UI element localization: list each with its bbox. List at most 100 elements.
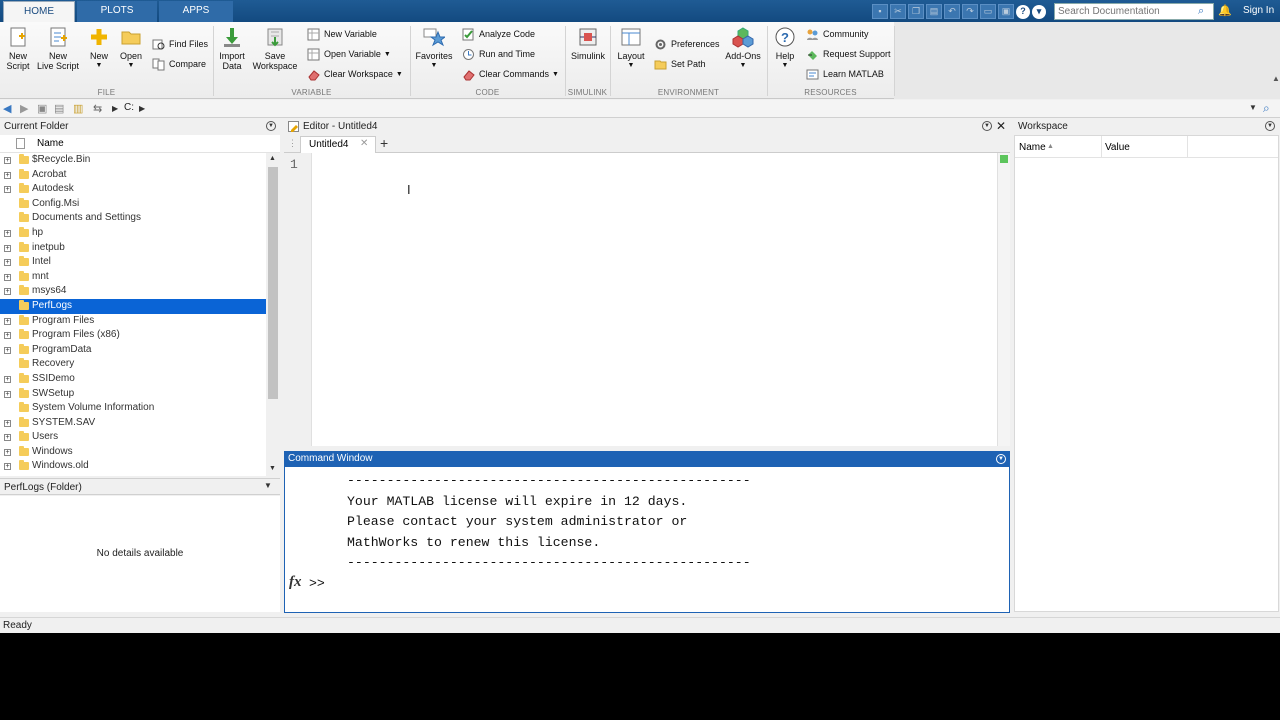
search-input[interactable] <box>1058 6 1198 17</box>
editor-text-area[interactable] <box>285 153 1010 446</box>
folder-item[interactable]: + Users <box>0 430 266 445</box>
copy-icon[interactable]: ❐ <box>908 4 924 19</box>
close-icon[interactable]: ✕ <box>360 138 368 149</box>
compare-button[interactable]: Compare <box>152 56 206 72</box>
favorites-button[interactable]: Favorites ▼ <box>415 26 453 71</box>
code-status-indicator[interactable] <box>1000 155 1008 163</box>
import-data-button[interactable]: Import Data <box>218 26 246 71</box>
learn-matlab-button[interactable]: Learn MATLAB <box>806 66 884 82</box>
expand-icon[interactable]: + <box>4 375 11 383</box>
collapse-toolstrip-icon[interactable]: ▲ <box>1272 74 1280 83</box>
chevron-right-icon[interactable]: ▶ <box>139 104 145 113</box>
expand-icon[interactable]: + <box>4 390 11 398</box>
switch-windows-icon[interactable]: ▭ <box>980 4 996 19</box>
expand-icon[interactable]: + <box>4 259 11 267</box>
folder-icon[interactable]: ▥ <box>73 102 83 115</box>
expand-icon[interactable]: + <box>4 434 11 442</box>
folder-item[interactable]: + SSIDemo <box>0 372 266 387</box>
expand-icon[interactable]: + <box>4 463 11 471</box>
scrollbar-thumb[interactable] <box>268 167 278 399</box>
expand-icon[interactable]: + <box>4 229 11 237</box>
expand-icon[interactable]: + <box>4 419 11 427</box>
cut-icon[interactable]: ✂ <box>890 4 906 19</box>
folder-item[interactable]: + SYSTEM.SAV <box>0 416 266 431</box>
folder-item[interactable]: PerfLogs <box>0 298 266 314</box>
clear-commands-button[interactable]: Clear Commands ▼ <box>462 66 559 82</box>
expand-icon[interactable]: + <box>4 346 11 354</box>
folder-item[interactable]: + Program Files <box>0 314 266 329</box>
new-variable-button[interactable]: New Variable <box>307 26 377 42</box>
search-icon[interactable]: ⌕ <box>1198 5 1204 18</box>
add-ons-button[interactable]: Add-Ons ▼ <box>724 26 762 71</box>
chevron-right-icon[interactable]: ▶ <box>112 104 118 113</box>
expand-icon[interactable]: + <box>4 157 11 164</box>
folder-item[interactable]: + Autodesk <box>0 182 266 197</box>
command-window[interactable]: ----------------------------------------… <box>284 467 1010 613</box>
panel-menu-icon[interactable]: ▼ <box>996 454 1006 464</box>
close-icon[interactable]: ✕ <box>996 119 1006 133</box>
back-arrow-icon[interactable]: ◀ <box>3 102 11 115</box>
tab-untitled4[interactable]: Untitled4 ✕ <box>300 136 376 153</box>
sign-in-link[interactable]: Sign In <box>1243 5 1274 16</box>
expand-icon[interactable]: + <box>4 186 11 194</box>
expand-icon[interactable]: + <box>4 273 11 281</box>
expand-icon[interactable]: + <box>4 171 11 179</box>
scroll-up-icon[interactable]: ▲ <box>269 155 276 162</box>
community-button[interactable]: Community <box>806 26 869 42</box>
folder-item[interactable]: + hp <box>0 226 266 241</box>
new-live-script-button[interactable]: New Live Script <box>36 26 80 71</box>
dropdown-icon[interactable]: ▾ <box>1032 5 1046 19</box>
folder-item[interactable]: System Volume Information <box>0 401 266 416</box>
expand-icon[interactable]: + <box>4 448 11 456</box>
add-tab-icon[interactable]: + <box>380 135 388 151</box>
folder-item[interactable]: Documents and Settings <box>0 211 266 226</box>
search-icon[interactable]: ⌕ <box>1263 101 1270 116</box>
folder-item[interactable]: + mnt <box>0 270 266 285</box>
folder-item[interactable]: + SWSetup <box>0 387 266 402</box>
folder-item[interactable]: + Intel <box>0 255 266 270</box>
open-button[interactable]: Open ▼ <box>118 26 144 71</box>
expand-icon[interactable]: + <box>4 288 11 296</box>
find-files-button[interactable]: Find Files <box>152 36 208 52</box>
new-button[interactable]: New ▼ <box>86 26 112 71</box>
name-column-header[interactable]: Name <box>37 138 64 149</box>
folder-item[interactable]: + inetpub <box>0 241 266 256</box>
address-path[interactable]: C: <box>124 102 134 113</box>
browse-folder-icon[interactable]: ▤ <box>54 102 64 115</box>
dock-icon[interactable]: ▣ <box>998 4 1014 19</box>
workspace-name-column[interactable]: Name <box>1019 142 1046 153</box>
folder-item[interactable]: + Windows.old <box>0 459 266 474</box>
scroll-down-icon[interactable]: ▼ <box>269 465 276 472</box>
help-icon[interactable]: ? <box>1016 5 1030 19</box>
panel-menu-icon[interactable]: ▼ <box>266 121 276 131</box>
drive-icon[interactable]: ⇆ <box>93 102 102 115</box>
folder-item[interactable]: + Program Files (x86) <box>0 328 266 343</box>
notification-bell-icon[interactable]: 🔔 <box>1218 4 1232 17</box>
folder-item[interactable]: + ProgramData <box>0 343 266 358</box>
layout-button[interactable]: Layout ▼ <box>614 26 648 71</box>
open-variable-button[interactable]: Open Variable ▼ <box>307 46 391 62</box>
paste-icon[interactable]: ▤ <box>926 4 942 19</box>
help-button[interactable]: ? Help ▼ <box>772 26 798 71</box>
new-script-button[interactable]: New Script <box>3 26 33 71</box>
save-workspace-button[interactable]: Save Workspace <box>252 26 298 71</box>
folder-item[interactable]: + msys64 <box>0 284 266 299</box>
workspace-value-column[interactable]: Value <box>1105 142 1130 153</box>
folder-item[interactable]: + Windows <box>0 445 266 460</box>
command-prompt[interactable]: >> <box>309 576 325 591</box>
request-support-button[interactable]: Request Support <box>806 46 891 62</box>
forward-arrow-icon[interactable]: ▶ <box>20 102 28 115</box>
expand-icon[interactable]: + <box>4 332 11 340</box>
simulink-button[interactable]: Simulink <box>569 26 607 61</box>
address-dropdown-icon[interactable]: ▼ <box>1249 103 1257 112</box>
undo-icon[interactable]: ↶ <box>944 4 960 19</box>
clear-workspace-button[interactable]: Clear Workspace ▼ <box>307 66 403 82</box>
folder-item[interactable]: Recovery <box>0 357 266 372</box>
fx-function-browser-icon[interactable]: fx <box>289 574 302 591</box>
expand-icon[interactable]: + <box>4 244 11 252</box>
up-folder-icon[interactable]: ▣ <box>37 102 47 115</box>
save-icon[interactable]: ▪ <box>872 4 888 19</box>
panel-menu-icon[interactable]: ▼ <box>982 121 992 131</box>
folder-item[interactable]: + $Recycle.Bin <box>0 153 266 168</box>
set-path-button[interactable]: Set Path <box>654 56 706 72</box>
